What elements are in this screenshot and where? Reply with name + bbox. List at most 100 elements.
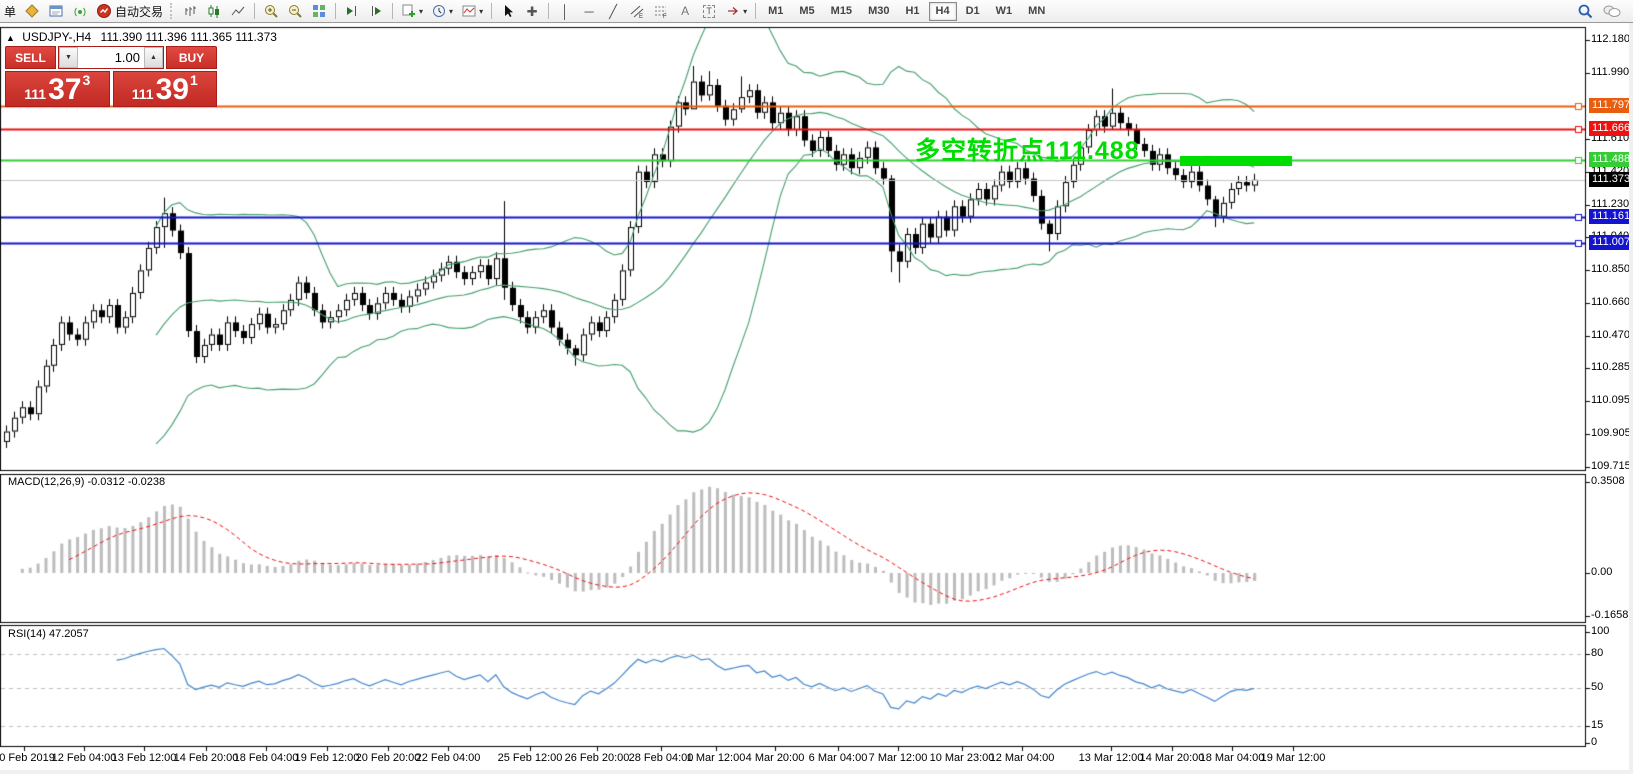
zoom-in-icon[interactable] xyxy=(260,1,282,21)
autotrade-button[interactable]: 自动交易 xyxy=(93,1,166,21)
new-chart-button[interactable]: ▾ xyxy=(398,1,426,21)
signal-icon[interactable] xyxy=(69,1,91,21)
buy-price-big: 111 xyxy=(132,84,154,104)
rsi-tick-label: 0 xyxy=(1591,736,1597,748)
price-tick-label: 110.850 xyxy=(1591,263,1630,275)
zoom-out-icon[interactable] xyxy=(284,1,306,21)
equidistant-channel-icon[interactable]: E xyxy=(626,1,648,21)
volume-stepper: ▼ 1.00 ▲ xyxy=(58,46,164,69)
level-label: 111.666 xyxy=(1589,121,1631,136)
toolbar-separator xyxy=(491,3,492,19)
fibonacci-icon[interactable]: F xyxy=(650,1,672,21)
timeframe-h1[interactable]: H1 xyxy=(898,2,926,21)
annotation-text[interactable]: 多空转折点111.488 xyxy=(915,131,1140,167)
line-chart-icon[interactable] xyxy=(227,1,249,21)
price-tick-label: 109.715 xyxy=(1591,460,1631,472)
level-label: 111.161 xyxy=(1589,209,1631,224)
chevron-down-icon: ▾ xyxy=(479,7,483,16)
svg-text:F: F xyxy=(663,14,667,19)
highlight-rectangle[interactable] xyxy=(1180,156,1292,166)
macd-tick-label: -0.1658 xyxy=(1591,609,1628,621)
chevron-down-icon: ▾ xyxy=(449,7,453,16)
toolbar-separator xyxy=(392,3,393,19)
chart-header: ▲ USDJPY-,H4 111.390 111.396 111.365 111… xyxy=(6,30,277,44)
buy-price[interactable]: 111 39 1 xyxy=(113,71,218,107)
rsi-label: RSI(14) 47.2057 xyxy=(8,628,89,640)
toolbar-separator xyxy=(755,3,756,19)
price-tick-label: 109.905 xyxy=(1591,427,1631,439)
timeframe-m15[interactable]: M15 xyxy=(824,2,859,21)
text-label-icon[interactable]: T xyxy=(698,1,720,21)
horizontal-line-icon[interactable]: ─ xyxy=(578,1,600,21)
market-watch-icon[interactable] xyxy=(45,1,67,21)
timeframe-m5[interactable]: M5 xyxy=(792,2,821,21)
toolbar-separator xyxy=(254,3,255,19)
time-tick-label: 12 Mar 04:00 xyxy=(977,752,1067,764)
timeframe-m30[interactable]: M30 xyxy=(861,2,896,21)
periods-button[interactable]: ▾ xyxy=(428,1,456,21)
macd-tick-label: 0.00 xyxy=(1591,566,1612,578)
text-icon[interactable]: A xyxy=(674,1,696,21)
sell-price-main: 37 xyxy=(48,76,81,104)
vertical-line-icon[interactable]: │ xyxy=(554,1,576,21)
price-tick-label: 111.990 xyxy=(1591,66,1629,78)
sell-button[interactable]: SELL xyxy=(5,46,56,69)
rsi-tick-label: 50 xyxy=(1591,681,1603,693)
volume-input[interactable]: 1.00 xyxy=(78,47,144,68)
tile-windows-icon[interactable] xyxy=(308,1,330,21)
volume-down-button[interactable]: ▼ xyxy=(59,47,78,68)
svg-text:E: E xyxy=(639,14,643,19)
chevron-down-icon: ▾ xyxy=(419,7,423,16)
new-order-icon[interactable] xyxy=(21,1,43,21)
buy-button[interactable]: BUY xyxy=(166,46,217,69)
bar-chart-icon[interactable] xyxy=(179,1,201,21)
level-label: 111.797 xyxy=(1589,98,1631,113)
price-tick-label: 112.180 xyxy=(1591,33,1630,45)
sell-price-sup: 3 xyxy=(82,73,90,87)
current-price-label: 111.373 xyxy=(1589,172,1631,187)
toolbar-separator xyxy=(548,3,549,19)
sell-price[interactable]: 111 37 3 xyxy=(5,71,110,107)
sell-price-big: 111 xyxy=(24,84,46,104)
macd-label: MACD(12,26,9) -0.0312 -0.0238 xyxy=(8,476,165,488)
buy-price-sup: 1 xyxy=(190,73,198,87)
cursor-icon[interactable] xyxy=(497,1,519,21)
price-tick-label: 110.285 xyxy=(1591,361,1630,373)
timeframe-mn[interactable]: MN xyxy=(1021,2,1052,21)
one-click-trade-panel: SELL ▼ 1.00 ▲ BUY 111 37 3 111 39 1 xyxy=(5,46,217,107)
ohlc-values: 111.390 111.396 111.365 111.373 xyxy=(101,30,277,44)
price-tick-label: 110.660 xyxy=(1591,296,1630,308)
timeframe-w1[interactable]: W1 xyxy=(989,2,1020,21)
time-tick-label: 19 Mar 12:00 xyxy=(1248,752,1338,764)
collapse-arrow-icon[interactable]: ▲ xyxy=(6,33,15,43)
timeframe-h4[interactable]: H4 xyxy=(929,2,957,21)
trendline-icon[interactable]: ╱ xyxy=(602,1,624,21)
crosshair-icon[interactable]: ✚ xyxy=(521,1,543,21)
order-menu-label[interactable]: 单 xyxy=(4,3,16,20)
arrows-icon[interactable]: ▾ xyxy=(722,1,750,21)
rsi-tick-label: 80 xyxy=(1591,647,1603,659)
level-label: 111.007 xyxy=(1589,235,1631,250)
toolbar-grip xyxy=(170,3,175,19)
price-axis[interactable]: 112.180111.990111.610111.420111.230111.0… xyxy=(1589,22,1629,770)
chart-shift-icon[interactable] xyxy=(365,1,387,21)
search-icon[interactable] xyxy=(1574,1,1597,21)
window-edge xyxy=(1629,22,1633,774)
volume-up-button[interactable]: ▲ xyxy=(144,47,163,68)
chevron-down-icon: ▾ xyxy=(743,7,747,16)
time-axis[interactable]: 10 Feb 201912 Feb 04:0013 Feb 12:0014 Fe… xyxy=(0,750,1586,768)
rsi-tick-label: 100 xyxy=(1591,625,1609,637)
timeframe-m1[interactable]: M1 xyxy=(761,2,790,21)
symbol-title: USDJPY-,H4 xyxy=(22,30,91,44)
autotrade-label: 自动交易 xyxy=(115,3,163,20)
timeframe-d1[interactable]: D1 xyxy=(959,2,987,21)
level-label: 111.488 xyxy=(1589,152,1631,167)
timeframe-group: M1M5M15M30H1H4D1W1MN xyxy=(760,1,1053,21)
auto-scroll-icon[interactable] xyxy=(341,1,363,21)
candlestick-chart-icon[interactable] xyxy=(203,1,225,21)
time-tick-label: 22 Feb 04:00 xyxy=(403,752,493,764)
chart-canvas[interactable] xyxy=(0,0,1633,774)
templates-button[interactable]: ▾ xyxy=(458,1,486,21)
price-tick-label: 110.470 xyxy=(1591,329,1630,341)
chat-icon[interactable] xyxy=(1599,1,1625,21)
